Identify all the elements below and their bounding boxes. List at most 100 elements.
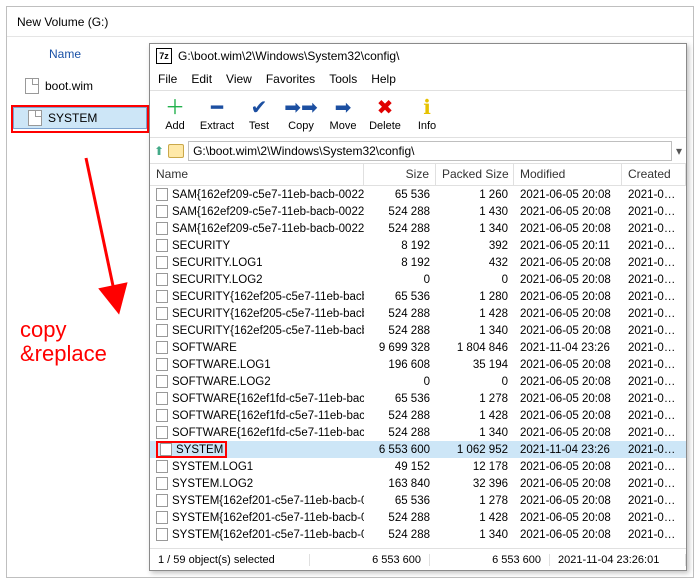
list-item[interactable]: SOFTWARE.LOG2002021-06-05 20:082021-06-0: [150, 373, 686, 390]
list-item[interactable]: SECURITY8 1923922021-06-05 20:112021-06-…: [150, 237, 686, 254]
tool-label: Copy: [288, 120, 314, 132]
menu-help[interactable]: Help: [371, 72, 396, 86]
file-name: SOFTWARE.LOG2: [172, 376, 271, 388]
file-created: 2021-06-0: [622, 274, 686, 286]
file-icon: [156, 307, 168, 320]
list-item[interactable]: SYSTEM{162ef201-c5e7-11eb-bacb-0022...52…: [150, 526, 686, 543]
list-item[interactable]: SECURITY{162ef205-c5e7-11eb-bacb-00...52…: [150, 322, 686, 339]
tool-info[interactable]: ℹInfo: [406, 91, 448, 137]
list-item[interactable]: SYSTEM6 553 6001 062 9522021-11-04 23:26…: [150, 441, 686, 458]
file-modified: 2021-06-05 20:08: [514, 206, 622, 218]
file-modified: 2021-06-05 20:08: [514, 427, 622, 439]
file-packed-size: 392: [436, 240, 514, 252]
header-name[interactable]: Name: [150, 164, 364, 185]
file-modified: 2021-06-05 20:08: [514, 495, 622, 507]
explorer-title: New Volume (G:): [7, 7, 693, 37]
file-modified: 2021-06-05 20:08: [514, 393, 622, 405]
file-packed-size: 1 340: [436, 223, 514, 235]
file-created: 2021-06-0: [622, 240, 686, 252]
file-icon: [156, 375, 168, 388]
menu-tools[interactable]: Tools: [329, 72, 357, 86]
list-item[interactable]: SOFTWARE{162ef1fd-c5e7-11eb-bacb-0...65 …: [150, 390, 686, 407]
file-created: 2021-06-0: [622, 206, 686, 218]
file-created: 2021-06-0: [622, 257, 686, 269]
tool-test[interactable]: ✔Test: [238, 91, 280, 137]
sevenzip-titlebar[interactable]: 7z G:\boot.wim\2\Windows\System32\config…: [150, 44, 686, 68]
tool-label: Delete: [369, 120, 401, 132]
file-packed-size: 1 430: [436, 206, 514, 218]
file-icon: [25, 78, 39, 94]
file-size: 65 536: [364, 393, 436, 405]
header-modified[interactable]: Modified: [514, 164, 622, 185]
file-created: 2021-06-0: [622, 308, 686, 320]
tree-item-boot-wim[interactable]: boot.wim: [11, 75, 149, 97]
address-dropdown-icon[interactable]: ▾: [676, 144, 682, 158]
header-packed-size[interactable]: Packed Size: [436, 164, 514, 185]
menu-view[interactable]: View: [226, 72, 252, 86]
list-item[interactable]: SYSTEM.LOG149 15212 1782021-06-05 20:082…: [150, 458, 686, 475]
tree-item-label: SYSTEM: [48, 111, 97, 125]
file-packed-size: 0: [436, 376, 514, 388]
file-name: SAM{162ef209-c5e7-11eb-bacb-0022484...: [172, 223, 364, 235]
file-packed-size: 432: [436, 257, 514, 269]
file-name: SECURITY{162ef205-c5e7-11eb-bacb-00...: [172, 308, 364, 320]
file-modified: 2021-06-05 20:08: [514, 461, 622, 473]
file-modified: 2021-06-05 20:08: [514, 359, 622, 371]
list-item[interactable]: SOFTWARE9 699 3281 804 8462021-11-04 23:…: [150, 339, 686, 356]
list-item[interactable]: SAM{162ef209-c5e7-11eb-bacb-0022484...52…: [150, 203, 686, 220]
list-item[interactable]: SOFTWARE.LOG1196 60835 1942021-06-05 20:…: [150, 356, 686, 373]
list-item[interactable]: SECURITY.LOG2002021-06-05 20:082021-06-0: [150, 271, 686, 288]
file-icon: [156, 256, 168, 269]
file-created: 2021-06-0: [622, 223, 686, 235]
list-item[interactable]: SAM{162ef209-c5e7-11eb-bacb-0022484...52…: [150, 220, 686, 237]
up-folder-icon[interactable]: ⬆: [154, 144, 164, 158]
tree-item-system[interactable]: SYSTEM: [13, 107, 147, 129]
list-item[interactable]: SECURITY.LOG18 1924322021-06-05 20:08202…: [150, 254, 686, 271]
file-created: 2021-06-0: [622, 393, 686, 405]
file-size: 524 288: [364, 206, 436, 218]
tool-copy[interactable]: ➡➡Copy: [280, 91, 322, 137]
column-header-name[interactable]: Name: [11, 43, 149, 75]
list-item[interactable]: SAM{162ef209-c5e7-11eb-bacb-0022484...65…: [150, 186, 686, 203]
list-item[interactable]: SOFTWARE{162ef1fd-c5e7-11eb-bacb-0...524…: [150, 407, 686, 424]
file-created: 2021-06-0: [622, 291, 686, 303]
file-name: SECURITY.LOG2: [172, 274, 263, 286]
file-created: 2021-06-0: [622, 444, 686, 456]
toolbar: ＋Add━Extract✔Test➡➡Copy➡Move✖DeleteℹInfo: [150, 90, 686, 138]
file-size: 65 536: [364, 291, 436, 303]
menu-file[interactable]: File: [158, 72, 177, 86]
annotation-highlight-box: SYSTEM: [156, 441, 227, 458]
file-list[interactable]: SAM{162ef209-c5e7-11eb-bacb-0022484... 65…: [150, 186, 686, 548]
file-icon: [156, 426, 168, 439]
tool-move[interactable]: ➡Move: [322, 91, 364, 137]
file-modified: 2021-06-05 20:08: [514, 410, 622, 422]
header-size[interactable]: Size: [364, 164, 436, 185]
menu-edit[interactable]: Edit: [191, 72, 212, 86]
file-packed-size: 1 278: [436, 495, 514, 507]
file-size: 8 192: [364, 257, 436, 269]
copy-icon: ➡➡: [284, 96, 318, 120]
file-icon: [156, 239, 168, 252]
tool-add[interactable]: ＋Add: [154, 91, 196, 137]
explorer-window: New Volume (G:) Name boot.wim SYSTEM 7z G…: [6, 6, 694, 578]
file-packed-size: 0: [436, 274, 514, 286]
tool-delete[interactable]: ✖Delete: [364, 91, 406, 137]
file-created: 2021-06-0: [622, 478, 686, 490]
list-item[interactable]: SECURITY{162ef205-c5e7-11eb-bacb-00...52…: [150, 305, 686, 322]
list-item[interactable]: SECURITY{162ef205-c5e7-11eb-bacb-00...65…: [150, 288, 686, 305]
tool-label: Info: [418, 120, 436, 132]
header-created[interactable]: Created: [622, 164, 686, 185]
file-modified: 2021-06-05 20:08: [514, 478, 622, 490]
tool-extract[interactable]: ━Extract: [196, 91, 238, 137]
list-item[interactable]: SOFTWARE{162ef1fd-c5e7-11eb-bacb-0...524…: [150, 424, 686, 441]
list-item[interactable]: SYSTEM{162ef201-c5e7-11eb-bacb-0022...52…: [150, 509, 686, 526]
address-input[interactable]: [188, 141, 672, 161]
menu-favorites[interactable]: Favorites: [266, 72, 315, 86]
list-item[interactable]: SYSTEM{162ef201-c5e7-11eb-bacb-0022...65…: [150, 492, 686, 509]
file-modified: 2021-06-05 20:08: [514, 189, 622, 201]
file-icon: [156, 477, 168, 490]
file-icon: [156, 324, 168, 337]
file-name: SYSTEM{162ef201-c5e7-11eb-bacb-0022...: [172, 529, 364, 541]
list-item[interactable]: SYSTEM.LOG2163 84032 3962021-06-05 20:08…: [150, 475, 686, 492]
tool-label: Test: [249, 120, 269, 132]
